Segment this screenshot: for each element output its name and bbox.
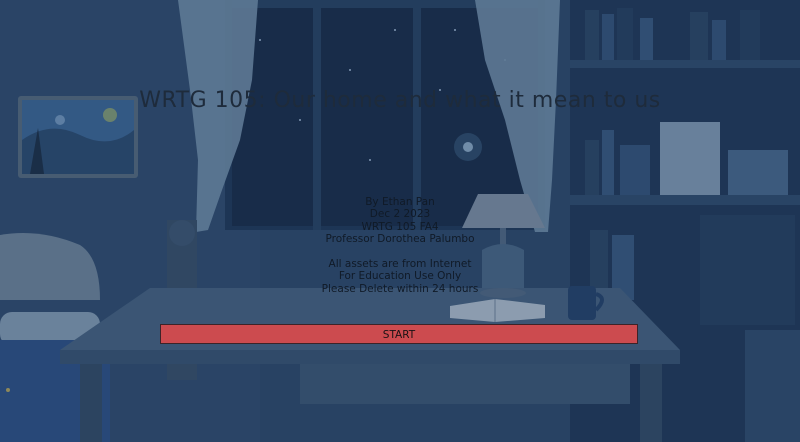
date-credit: Dec 2 2023 xyxy=(369,208,431,221)
professor-credit: Professor Dorothea Palumbo xyxy=(325,233,475,246)
author-credit: By Ethan Pan xyxy=(365,196,435,208)
start-button[interactable]: START xyxy=(160,324,638,344)
credits-spacer xyxy=(0,246,800,258)
credits-block: By Ethan Pan Dec 2 2023 WRTG 105 FA4 Pro… xyxy=(0,196,800,295)
game-title: WRTG 105: Our home and what it mean to u… xyxy=(139,88,661,113)
delete-note: Please Delete within 24 hours xyxy=(321,282,479,295)
education-note: For Education Use Only xyxy=(338,270,462,283)
course-credit: WRTG 105 FA4 xyxy=(361,220,439,233)
assets-note: All assets are from Internet xyxy=(328,257,472,270)
